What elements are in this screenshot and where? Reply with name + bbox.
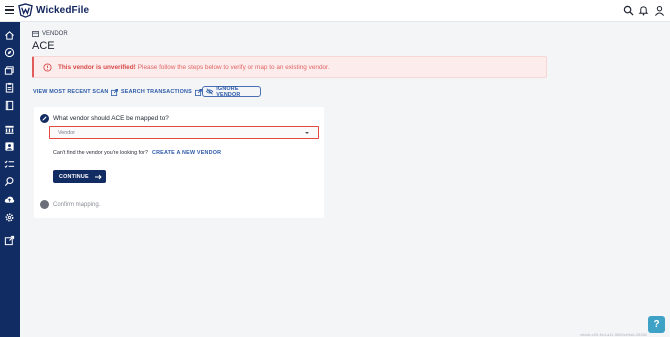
search-icon[interactable]: [623, 5, 634, 16]
view-recent-scan-link[interactable]: VIEW MOST RECENT SCAN: [33, 87, 119, 97]
ignore-vendor-button[interactable]: IGNORE VENDOR: [202, 85, 261, 98]
sidebar: [0, 22, 20, 337]
book-icon[interactable]: [4, 98, 15, 111]
step-1-badge: [40, 114, 49, 123]
search-icon[interactable]: [4, 174, 15, 187]
cant-find-text: Can't find the vendor you're looking for…: [53, 150, 148, 156]
external-link-icon: [194, 88, 202, 96]
chevron-down-icon: [305, 132, 309, 134]
create-vendor-link[interactable]: CREATE A NEW VENDOR: [152, 150, 221, 156]
eye-off-icon: [206, 88, 214, 95]
breadcrumb-section[interactable]: VENDOR: [42, 31, 68, 37]
version-text: vbsdk-v53-fix4-a11-5890ce9a6-28282: [580, 332, 648, 337]
alert-circle-icon: [43, 62, 52, 72]
vendor-select[interactable]: Vendor: [49, 126, 319, 139]
continue-label: CONTINUE: [59, 173, 89, 180]
pencil-icon: [42, 116, 47, 121]
alert-title: This vendor is unverified!: [58, 63, 136, 71]
bell-icon[interactable]: [638, 5, 649, 16]
contact-icon[interactable]: [4, 139, 15, 151]
external-link-icon[interactable]: [4, 233, 15, 246]
checklist-icon[interactable]: [4, 157, 15, 168]
step-2-badge: [40, 200, 49, 209]
mapping-card: What vendor should ACE be mapped to? Ven…: [34, 107, 324, 218]
bank-icon[interactable]: [4, 122, 15, 134]
view-recent-scan-label: VIEW MOST RECENT SCAN: [33, 89, 109, 95]
external-link-icon: [111, 88, 119, 96]
menu-icon[interactable]: [5, 6, 14, 14]
cloud-upload-icon[interactable]: [4, 192, 15, 203]
app-name[interactable]: WickedFile: [36, 5, 89, 16]
search-transactions-link[interactable]: SEARCH TRANSACTIONS: [121, 87, 202, 97]
stack-icon[interactable]: [4, 63, 15, 75]
compass-icon[interactable]: [4, 45, 15, 58]
page-title: ACE: [32, 40, 55, 52]
vendor-select-placeholder: Vendor: [58, 129, 76, 136]
top-bar: WickedFile: [0, 0, 670, 22]
gear-icon[interactable]: [4, 210, 15, 222]
ignore-vendor-label: IGNORE VENDOR: [216, 85, 241, 98]
search-transactions-label: SEARCH TRANSACTIONS: [121, 89, 192, 95]
vendor-icon: [32, 31, 39, 37]
step-1-question: What vendor should ACE be mapped to?: [53, 115, 169, 122]
clipboard-icon[interactable]: [4, 80, 15, 93]
step-2-label: Confirm mapping.: [53, 202, 101, 208]
arrow-right-icon: [94, 174, 102, 179]
continue-button[interactable]: CONTINUE: [53, 170, 106, 183]
help-button[interactable]: ?: [648, 316, 665, 333]
alert-message: Please follow the steps below to verify …: [137, 63, 330, 71]
unverified-alert: This vendor is unverified! Please follow…: [32, 56, 547, 78]
breadcrumb: VENDOR: [32, 31, 68, 37]
wickedfile-logo-icon[interactable]: [18, 3, 33, 18]
user-icon[interactable]: [654, 5, 665, 16]
home-icon[interactable]: [4, 28, 15, 40]
